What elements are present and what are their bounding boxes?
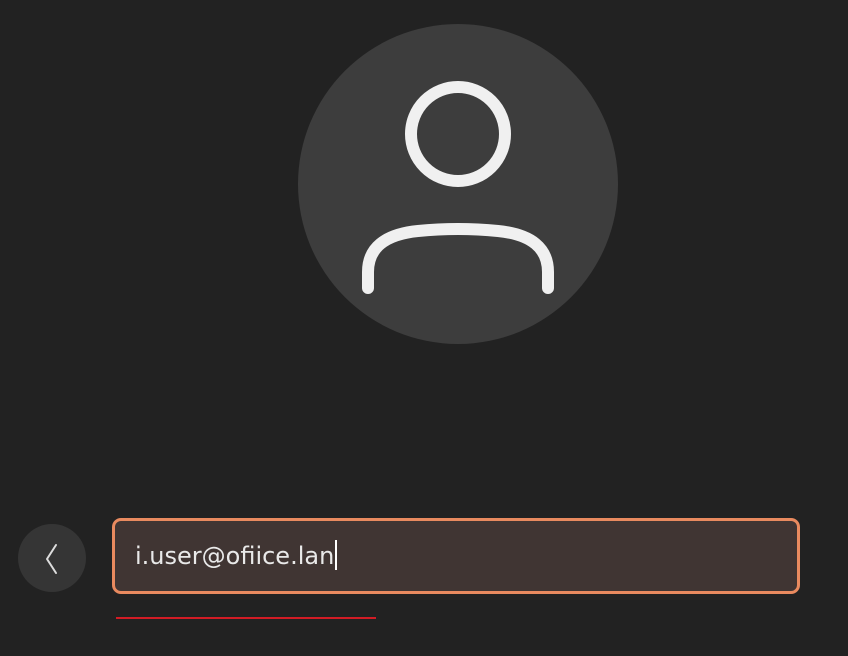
user-silhouette-icon [362,81,554,294]
user-avatar [298,24,618,344]
username-input[interactable]: i.user@ofiice.lan [112,518,800,594]
username-value: i.user@ofiice.lan [135,542,335,570]
back-button[interactable] [18,524,86,592]
login-screen: i.user@ofiice.lan [0,0,848,656]
chevron-left-icon [46,544,57,574]
text-cursor [335,540,338,570]
auth-progress-bar [116,617,376,619]
